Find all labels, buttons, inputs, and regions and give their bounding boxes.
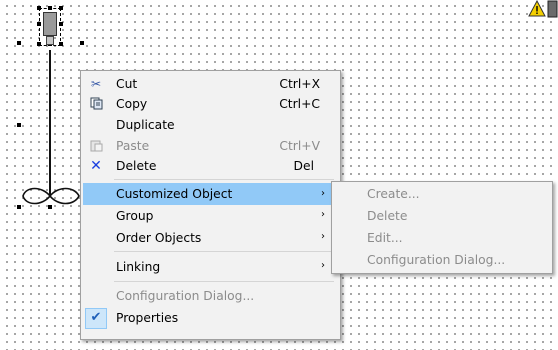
customized-object-submenu: Create... Delete Edit... Configuration D… (331, 181, 553, 274)
selection-handle[interactable] (17, 41, 21, 45)
paste-icon (89, 139, 103, 153)
menu-item-shortcut: Del (293, 159, 314, 173)
checkmark-icon: ✔ (90, 310, 102, 325)
selection-handle[interactable] (80, 41, 84, 45)
menu-item-label: Group (116, 209, 154, 223)
menu-item-group[interactable]: Group › (83, 206, 338, 227)
menu-item-label: Duplicate (116, 118, 175, 132)
chevron-right-icon: › (321, 209, 325, 220)
menu-item-label: Linking (116, 260, 161, 274)
menu-item-configuration-dialog[interactable]: Configuration Dialog... (83, 286, 338, 307)
chevron-right-icon: › (321, 260, 325, 271)
selection-handle[interactable] (48, 6, 52, 10)
menu-item-label: Create... (367, 187, 420, 201)
menu-item-label: Cut (116, 77, 138, 91)
chevron-right-icon: › (321, 231, 325, 242)
agitator-coupling (46, 36, 54, 45)
menu-item-label: Edit... (367, 231, 403, 245)
menu-item-customized-object[interactable]: Customized Object › (83, 183, 338, 205)
submenu-item-create[interactable]: Create... (334, 183, 550, 205)
menu-item-label: Configuration Dialog... (116, 289, 255, 303)
menu-item-label: Order Objects (116, 231, 202, 245)
context-menu: ✂ Cut Ctrl+X Copy Ctrl+C Duplicate Paste… (80, 70, 341, 340)
chevron-right-icon: › (321, 188, 325, 199)
submenu-item-edit[interactable]: Edit... (334, 227, 550, 249)
menu-item-label: Delete (367, 209, 408, 223)
selection-handle[interactable] (37, 6, 41, 10)
menu-item-shortcut: Ctrl+X (279, 77, 320, 91)
warning-icon[interactable] (528, 0, 558, 18)
menu-item-label: Paste (116, 139, 150, 153)
menu-item-order-objects[interactable]: Order Objects › (83, 228, 338, 249)
menu-item-shortcut: Ctrl+C (279, 97, 320, 111)
selection-handle[interactable] (37, 22, 41, 26)
menu-item-label: Properties (116, 311, 179, 325)
copy-icon (89, 97, 103, 111)
menu-item-delete[interactable]: ✕ Delete Del (83, 156, 338, 177)
menu-item-properties[interactable]: ✔ Properties (83, 308, 338, 329)
agitator-shaft (49, 50, 51, 195)
menu-item-label: Copy (116, 97, 148, 111)
menu-item-label: Delete (116, 159, 157, 173)
selection-handle[interactable] (17, 123, 21, 127)
menu-item-linking[interactable]: Linking › (83, 257, 338, 278)
selection-handle[interactable] (37, 42, 41, 46)
menu-item-shortcut: Ctrl+V (279, 139, 320, 153)
agitator-motor[interactable] (43, 12, 57, 36)
selection-handle[interactable] (59, 42, 63, 46)
menu-separator (114, 251, 334, 252)
menu-separator (114, 179, 334, 180)
submenu-item-delete[interactable]: Delete (334, 205, 550, 227)
menu-separator (114, 281, 334, 282)
menu-item-paste[interactable]: Paste Ctrl+V (83, 136, 338, 157)
menu-item-cut[interactable]: ✂ Cut Ctrl+X (83, 74, 338, 95)
submenu-item-configuration-dialog[interactable]: Configuration Dialog... (334, 249, 550, 271)
menu-item-duplicate[interactable]: Duplicate (83, 115, 338, 136)
agitator-blade-icon (22, 187, 80, 205)
menu-item-label: Configuration Dialog... (367, 253, 506, 267)
menu-item-label: Customized Object (116, 187, 233, 201)
selection-handle[interactable] (59, 22, 63, 26)
delete-x-icon: ✕ (90, 158, 102, 174)
menu-item-copy[interactable]: Copy Ctrl+C (83, 94, 338, 115)
scissors-icon: ✂ (90, 77, 102, 91)
selection-handle[interactable] (59, 6, 63, 10)
